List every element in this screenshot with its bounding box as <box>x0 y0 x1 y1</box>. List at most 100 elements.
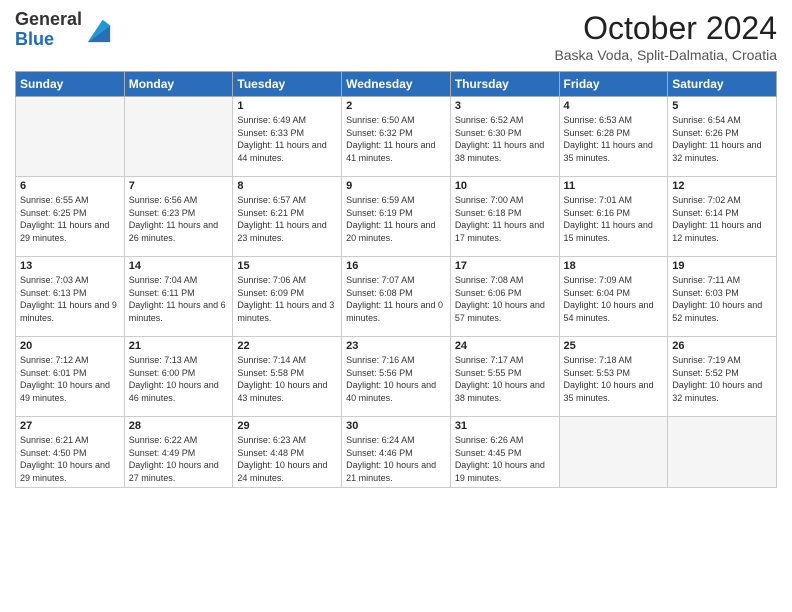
logo-blue: Blue <box>15 29 54 49</box>
table-row <box>559 417 668 488</box>
day-number: 28 <box>129 420 229 432</box>
day-number: 25 <box>564 340 664 352</box>
day-number: 11 <box>564 180 664 192</box>
day-number: 31 <box>455 420 555 432</box>
day-info: Sunrise: 7:12 AMSunset: 6:01 PMDaylight:… <box>20 354 120 404</box>
day-number: 20 <box>20 340 120 352</box>
day-info: Sunrise: 7:16 AMSunset: 5:56 PMDaylight:… <box>346 354 446 404</box>
day-info: Sunrise: 6:53 AMSunset: 6:28 PMDaylight:… <box>564 114 664 164</box>
day-number: 4 <box>564 100 664 112</box>
day-info: Sunrise: 7:08 AMSunset: 6:06 PMDaylight:… <box>455 274 555 324</box>
day-number: 14 <box>129 260 229 272</box>
day-info: Sunrise: 6:26 AMSunset: 4:45 PMDaylight:… <box>455 434 555 484</box>
day-number: 13 <box>20 260 120 272</box>
day-info: Sunrise: 6:57 AMSunset: 6:21 PMDaylight:… <box>237 194 337 244</box>
day-info: Sunrise: 7:01 AMSunset: 6:16 PMDaylight:… <box>564 194 664 244</box>
table-row <box>16 97 125 177</box>
day-number: 18 <box>564 260 664 272</box>
table-row: 8 Sunrise: 6:57 AMSunset: 6:21 PMDaylight… <box>233 177 342 257</box>
table-row: 20 Sunrise: 7:12 AMSunset: 6:01 PMDayligh… <box>16 337 125 417</box>
day-info: Sunrise: 7:14 AMSunset: 5:58 PMDaylight:… <box>237 354 337 404</box>
title-block: October 2024 Baska Voda, Split-Dalmatia,… <box>554 10 777 63</box>
logo-icon <box>84 16 112 44</box>
table-row: 3 Sunrise: 6:52 AMSunset: 6:30 PMDaylight… <box>450 97 559 177</box>
table-row: 25 Sunrise: 7:18 AMSunset: 5:53 PMDayligh… <box>559 337 668 417</box>
day-info: Sunrise: 7:06 AMSunset: 6:09 PMDaylight:… <box>237 274 337 324</box>
day-number: 26 <box>672 340 772 352</box>
day-info: Sunrise: 6:52 AMSunset: 6:30 PMDaylight:… <box>455 114 555 164</box>
day-number: 3 <box>455 100 555 112</box>
day-number: 17 <box>455 260 555 272</box>
day-info: Sunrise: 6:24 AMSunset: 4:46 PMDaylight:… <box>346 434 446 484</box>
table-row: 22 Sunrise: 7:14 AMSunset: 5:58 PMDayligh… <box>233 337 342 417</box>
day-number: 22 <box>237 340 337 352</box>
day-number: 23 <box>346 340 446 352</box>
logo-general: General <box>15 9 82 29</box>
day-number: 27 <box>20 420 120 432</box>
table-row: 27 Sunrise: 6:21 AMSunset: 4:50 PMDayligh… <box>16 417 125 488</box>
day-info: Sunrise: 7:04 AMSunset: 6:11 PMDaylight:… <box>129 274 229 324</box>
table-row: 9Sunrise: 6:59 AMSunset: 6:19 PMDaylight… <box>342 177 451 257</box>
day-number: 7 <box>129 180 229 192</box>
table-row: 10 Sunrise: 7:00 AMSunset: 6:18 PMDayligh… <box>450 177 559 257</box>
day-number: 21 <box>129 340 229 352</box>
logo: General Blue <box>15 10 112 50</box>
day-info: Sunrise: 7:18 AMSunset: 5:53 PMDaylight:… <box>564 354 664 404</box>
day-info: Sunrise: 6:55 AMSunset: 6:25 PMDaylight:… <box>20 194 120 244</box>
day-number: 29 <box>237 420 337 432</box>
day-number: 2 <box>346 100 446 112</box>
day-number: 16 <box>346 260 446 272</box>
day-info: Sunrise: 6:56 AMSunset: 6:23 PMDaylight:… <box>129 194 229 244</box>
day-number: 1 <box>237 100 337 112</box>
col-tuesday: Tuesday <box>233 72 342 97</box>
day-number: 10 <box>455 180 555 192</box>
day-number: 9 <box>346 180 446 192</box>
table-row: 21 Sunrise: 7:13 AMSunset: 6:00 PMDayligh… <box>124 337 233 417</box>
day-info: Sunrise: 7:13 AMSunset: 6:00 PMDaylight:… <box>129 354 229 404</box>
col-thursday: Thursday <box>450 72 559 97</box>
day-info: Sunrise: 7:02 AMSunset: 6:14 PMDaylight:… <box>672 194 772 244</box>
col-wednesday: Wednesday <box>342 72 451 97</box>
table-row: 4 Sunrise: 6:53 AMSunset: 6:28 PMDaylight… <box>559 97 668 177</box>
calendar-header-row: Sunday Monday Tuesday Wednesday Thursday… <box>16 72 777 97</box>
day-info: Sunrise: 7:00 AMSunset: 6:18 PMDaylight:… <box>455 194 555 244</box>
table-row: 18 Sunrise: 7:09 AMSunset: 6:04 PMDayligh… <box>559 257 668 337</box>
calendar-page: General Blue October 2024 Baska Voda, Sp… <box>0 0 792 612</box>
day-info: Sunrise: 6:54 AMSunset: 6:26 PMDaylight:… <box>672 114 772 164</box>
table-row: 19Sunrise: 7:11 AMSunset: 6:03 PMDayligh… <box>668 257 777 337</box>
table-row <box>668 417 777 488</box>
month-title: October 2024 <box>554 10 777 47</box>
table-row: 11 Sunrise: 7:01 AMSunset: 6:16 PMDayligh… <box>559 177 668 257</box>
day-number: 12 <box>672 180 772 192</box>
day-info: Sunrise: 7:03 AMSunset: 6:13 PMDaylight:… <box>20 274 120 324</box>
col-friday: Friday <box>559 72 668 97</box>
col-sunday: Sunday <box>16 72 125 97</box>
day-info: Sunrise: 6:50 AMSunset: 6:32 PMDaylight:… <box>346 114 446 164</box>
day-number: 30 <box>346 420 446 432</box>
table-row: 14 Sunrise: 7:04 AMSunset: 6:11 PMDayligh… <box>124 257 233 337</box>
day-number: 15 <box>237 260 337 272</box>
location-subtitle: Baska Voda, Split-Dalmatia, Croatia <box>554 47 777 63</box>
table-row: 7 Sunrise: 6:56 AMSunset: 6:23 PMDaylight… <box>124 177 233 257</box>
col-saturday: Saturday <box>668 72 777 97</box>
table-row: 12 Sunrise: 7:02 AMSunset: 6:14 PMDayligh… <box>668 177 777 257</box>
day-info: Sunrise: 7:09 AMSunset: 6:04 PMDaylight:… <box>564 274 664 324</box>
table-row: 2 Sunrise: 6:50 AMSunset: 6:32 PMDaylight… <box>342 97 451 177</box>
calendar-table: Sunday Monday Tuesday Wednesday Thursday… <box>15 71 777 488</box>
table-row: 6 Sunrise: 6:55 AMSunset: 6:25 PMDaylight… <box>16 177 125 257</box>
day-info: Sunrise: 6:23 AMSunset: 4:48 PMDaylight:… <box>237 434 337 484</box>
day-number: 6 <box>20 180 120 192</box>
table-row: 1Sunrise: 6:49 AMSunset: 6:33 PMDaylight… <box>233 97 342 177</box>
day-info: Sunrise: 6:22 AMSunset: 4:49 PMDaylight:… <box>129 434 229 484</box>
table-row <box>124 97 233 177</box>
table-row: 16Sunrise: 7:07 AMSunset: 6:08 PMDayligh… <box>342 257 451 337</box>
day-info: Sunrise: 6:21 AMSunset: 4:50 PMDaylight:… <box>20 434 120 484</box>
table-row: 30 Sunrise: 6:24 AMSunset: 4:46 PMDayligh… <box>342 417 451 488</box>
day-number: 19 <box>672 260 772 272</box>
day-number: 8 <box>237 180 337 192</box>
table-row: 13 Sunrise: 7:03 AMSunset: 6:13 PMDayligh… <box>16 257 125 337</box>
header: General Blue October 2024 Baska Voda, Sp… <box>15 10 777 63</box>
table-row: 5Sunrise: 6:54 AMSunset: 6:26 PMDaylight… <box>668 97 777 177</box>
day-info: Sunrise: 7:19 AMSunset: 5:52 PMDaylight:… <box>672 354 772 404</box>
day-number: 24 <box>455 340 555 352</box>
